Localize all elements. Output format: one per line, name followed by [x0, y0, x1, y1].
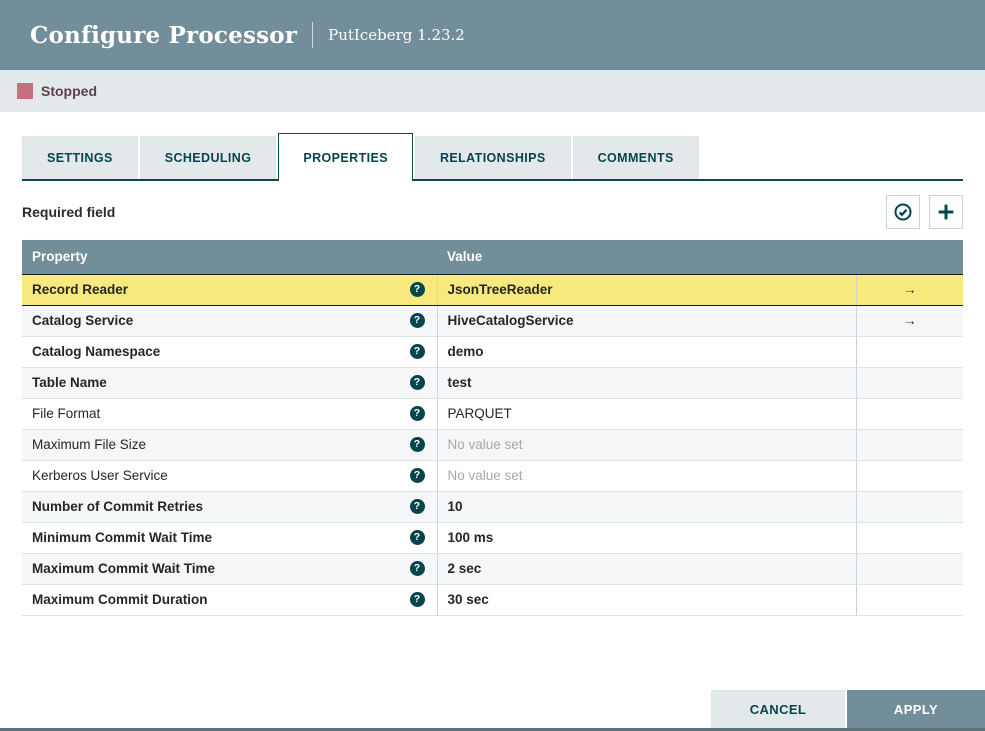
dialog-header: Configure Processor PutIceberg 1.23.2 [0, 0, 985, 70]
property-name: File Format [32, 406, 101, 421]
property-cell: Kerberos User Service? [22, 460, 437, 492]
help-icon[interactable]: ? [409, 592, 425, 607]
dialog-title: Configure Processor [30, 21, 298, 49]
tab-comments[interactable]: COMMENTS [572, 136, 699, 179]
goto-cell-empty [855, 460, 963, 492]
help-icon[interactable]: ? [409, 468, 425, 483]
table-row[interactable]: Kerberos User Service? No value set [22, 460, 963, 492]
help-icon[interactable]: ? [409, 344, 425, 359]
property-name: Maximum File Size [32, 437, 147, 452]
required-field-label: Required field [22, 204, 116, 220]
property-cell: Table Name? [22, 367, 437, 399]
properties-toolbar: Required field [22, 194, 963, 230]
table-row[interactable]: Record Reader? JsonTreeReader → [22, 273, 963, 306]
goto-column-header [856, 240, 963, 274]
goto-service-arrow-icon[interactable]: → [855, 273, 963, 306]
value-cell[interactable]: 10 [436, 491, 856, 523]
properties-table: Property Value Record Reader? JsonTreeRea… [22, 240, 963, 616]
tab-properties[interactable]: PROPERTIES [278, 133, 413, 181]
property-name: Catalog Namespace [32, 344, 161, 359]
tab-settings[interactable]: SETTINGS [22, 136, 138, 179]
configure-processor-dialog: Configure Processor PutIceberg 1.23.2 St… [0, 0, 985, 731]
value-cell[interactable]: 2 sec [436, 553, 856, 585]
table-row[interactable]: Table Name? test [22, 367, 963, 399]
apply-button[interactable]: APPLY [847, 690, 985, 728]
value-cell[interactable]: HiveCatalogService [436, 305, 856, 337]
verify-properties-button[interactable] [886, 195, 920, 229]
help-icon[interactable]: ? [409, 437, 425, 452]
goto-cell-empty [855, 584, 963, 616]
property-name: Number of Commit Retries [32, 499, 204, 514]
goto-cell-empty [855, 429, 963, 461]
property-cell: File Format? [22, 398, 437, 430]
value-cell[interactable]: 100 ms [436, 522, 856, 554]
property-name: Kerberos User Service [32, 468, 168, 483]
table-row[interactable]: File Format? PARQUET [22, 398, 963, 430]
status-bar: Stopped [0, 70, 985, 112]
property-cell: Minimum Commit Wait Time? [22, 522, 437, 554]
property-column-header: Property [22, 240, 437, 274]
value-cell[interactable]: test [436, 367, 856, 399]
processor-type-version: PutIceberg 1.23.2 [328, 26, 465, 44]
goto-cell-empty [855, 336, 963, 368]
goto-service-arrow-icon[interactable]: → [855, 305, 963, 337]
table-row[interactable]: Number of Commit Retries? 10 [22, 491, 963, 523]
help-icon[interactable]: ? [409, 499, 425, 514]
help-icon[interactable]: ? [409, 561, 425, 576]
title-divider [312, 22, 314, 48]
value-cell[interactable]: JsonTreeReader [436, 273, 856, 306]
check-circle-icon [893, 202, 913, 222]
goto-cell-empty [855, 522, 963, 554]
property-cell: Maximum File Size? [22, 429, 437, 461]
plus-icon [935, 201, 957, 223]
property-cell: Maximum Commit Wait Time? [22, 553, 437, 585]
dialog-content: SETTINGS SCHEDULING PROPERTIES RELATIONS… [0, 133, 985, 616]
help-icon[interactable]: ? [409, 313, 425, 328]
goto-cell-empty [855, 553, 963, 585]
help-icon[interactable]: ? [409, 282, 425, 297]
goto-cell-empty [855, 491, 963, 523]
table-row[interactable]: Maximum File Size? No value set [22, 429, 963, 461]
property-cell: Number of Commit Retries? [22, 491, 437, 523]
cancel-button[interactable]: CANCEL [711, 690, 845, 728]
value-cell[interactable]: PARQUET [436, 398, 856, 430]
table-row[interactable]: Catalog Namespace? demo [22, 336, 963, 368]
add-property-button[interactable] [929, 195, 963, 229]
status-label: Stopped [41, 83, 97, 99]
value-cell[interactable]: demo [436, 336, 856, 368]
value-column-header: Value [437, 240, 856, 274]
property-name: Maximum Commit Duration [32, 592, 208, 607]
goto-cell-empty [855, 367, 963, 399]
value-cell[interactable]: 30 sec [436, 584, 856, 616]
value-cell[interactable]: No value set [436, 460, 856, 492]
tab-relationships[interactable]: RELATIONSHIPS [414, 136, 571, 179]
property-name: Minimum Commit Wait Time [32, 530, 213, 545]
help-icon[interactable]: ? [409, 406, 425, 421]
property-cell: Maximum Commit Duration? [22, 584, 437, 616]
dialog-footer: CANCEL APPLY [711, 690, 985, 728]
tab-bar: SETTINGS SCHEDULING PROPERTIES RELATIONS… [22, 133, 963, 181]
help-icon[interactable]: ? [409, 530, 425, 545]
table-row[interactable]: Maximum Commit Duration? 30 sec [22, 584, 963, 616]
table-header-row: Property Value [22, 240, 963, 274]
stopped-status-icon [17, 83, 33, 99]
value-cell[interactable]: No value set [436, 429, 856, 461]
property-name: Table Name [32, 375, 107, 390]
property-cell: Catalog Service? [22, 305, 437, 337]
toolbar-buttons [877, 195, 963, 229]
property-cell: Record Reader? [22, 273, 437, 306]
table-row[interactable]: Minimum Commit Wait Time? 100 ms [22, 522, 963, 554]
property-cell: Catalog Namespace? [22, 336, 437, 368]
property-name: Catalog Service [32, 313, 134, 328]
table-row[interactable]: Maximum Commit Wait Time? 2 sec [22, 553, 963, 585]
property-name: Record Reader [32, 282, 129, 297]
tab-scheduling[interactable]: SCHEDULING [139, 136, 277, 179]
property-name: Maximum Commit Wait Time [32, 561, 216, 576]
table-row[interactable]: Catalog Service? HiveCatalogService → [22, 305, 963, 337]
goto-cell-empty [855, 398, 963, 430]
help-icon[interactable]: ? [409, 375, 425, 390]
